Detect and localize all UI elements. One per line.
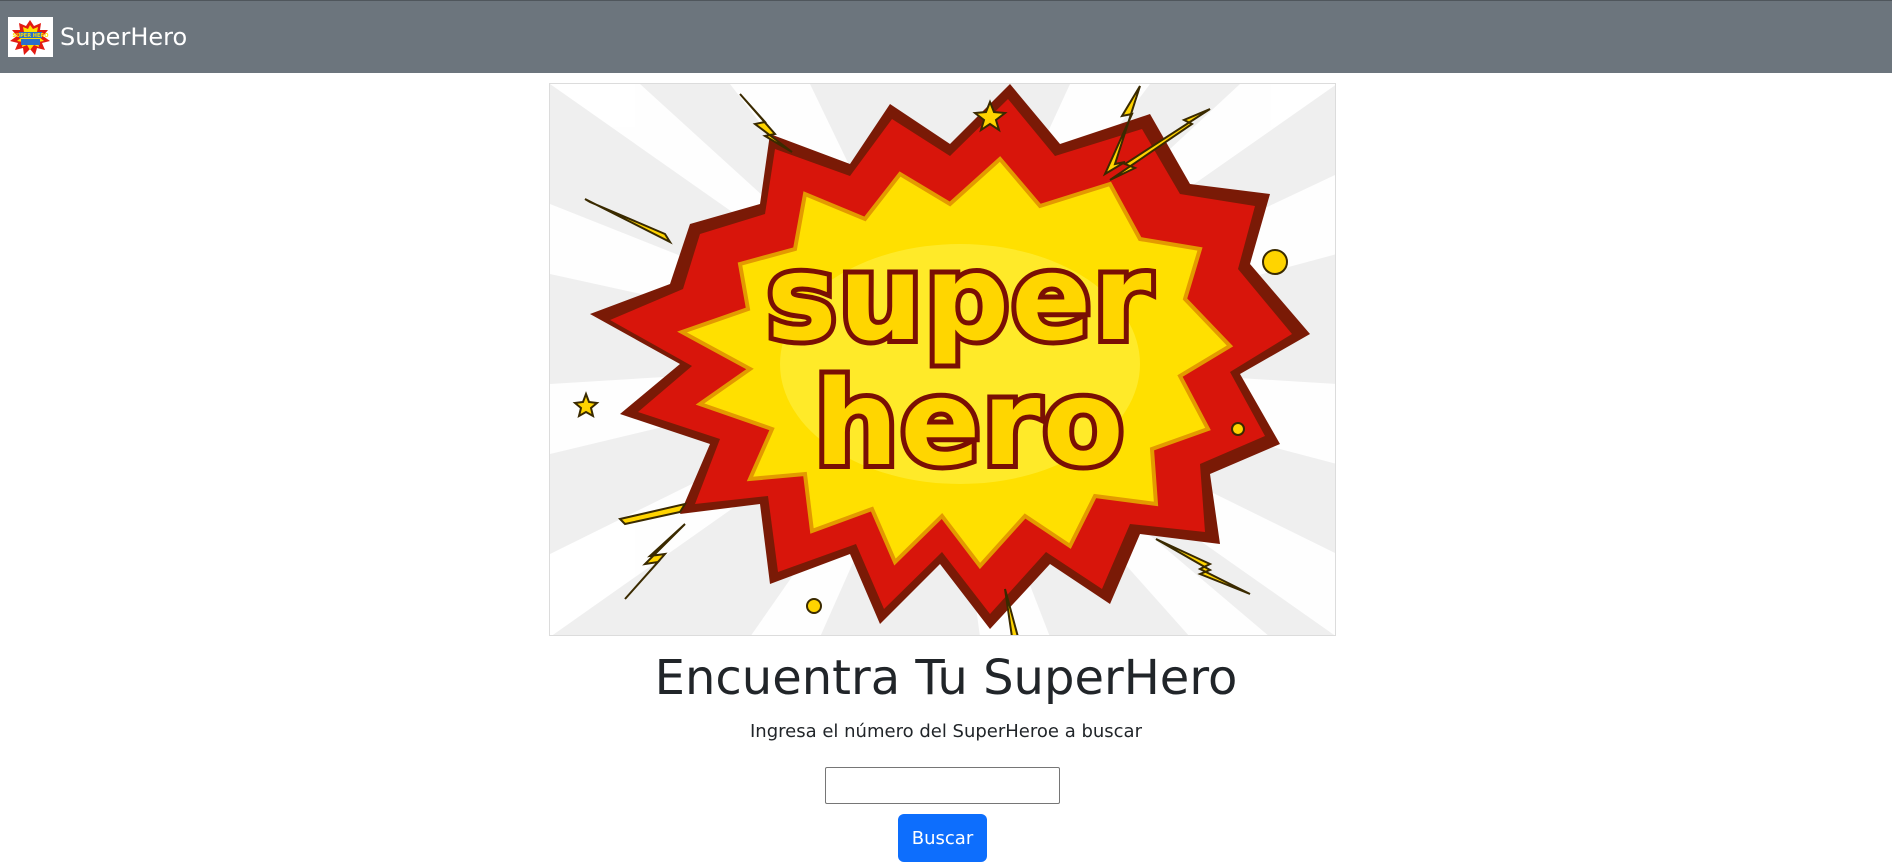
page-title: Encuentra Tu SuperHero (654, 650, 1238, 706)
dot-decoration (1231, 422, 1245, 436)
navbar: SUPER HERO SuperHero (0, 0, 1892, 73)
logo-text: SUPER HERO (12, 33, 48, 39)
brand-text: SuperHero (60, 23, 188, 51)
dot-decoration (806, 598, 822, 614)
hero-image: super hero (549, 83, 1336, 636)
hero-word-hero: hero (814, 354, 1125, 492)
navbar-brand[interactable]: SUPER HERO SuperHero (8, 17, 187, 57)
search-button[interactable]: Buscar (898, 814, 987, 862)
dot-decoration (1262, 249, 1288, 275)
superhero-burst-illustration: super hero (550, 84, 1335, 635)
hero-word-super: super (767, 229, 1154, 367)
superhero-logo-icon: SUPER HERO (8, 17, 53, 57)
hero-number-input[interactable] (825, 767, 1060, 804)
page-subtitle: Ingresa el número del SuperHeroe a busca… (750, 721, 1142, 742)
